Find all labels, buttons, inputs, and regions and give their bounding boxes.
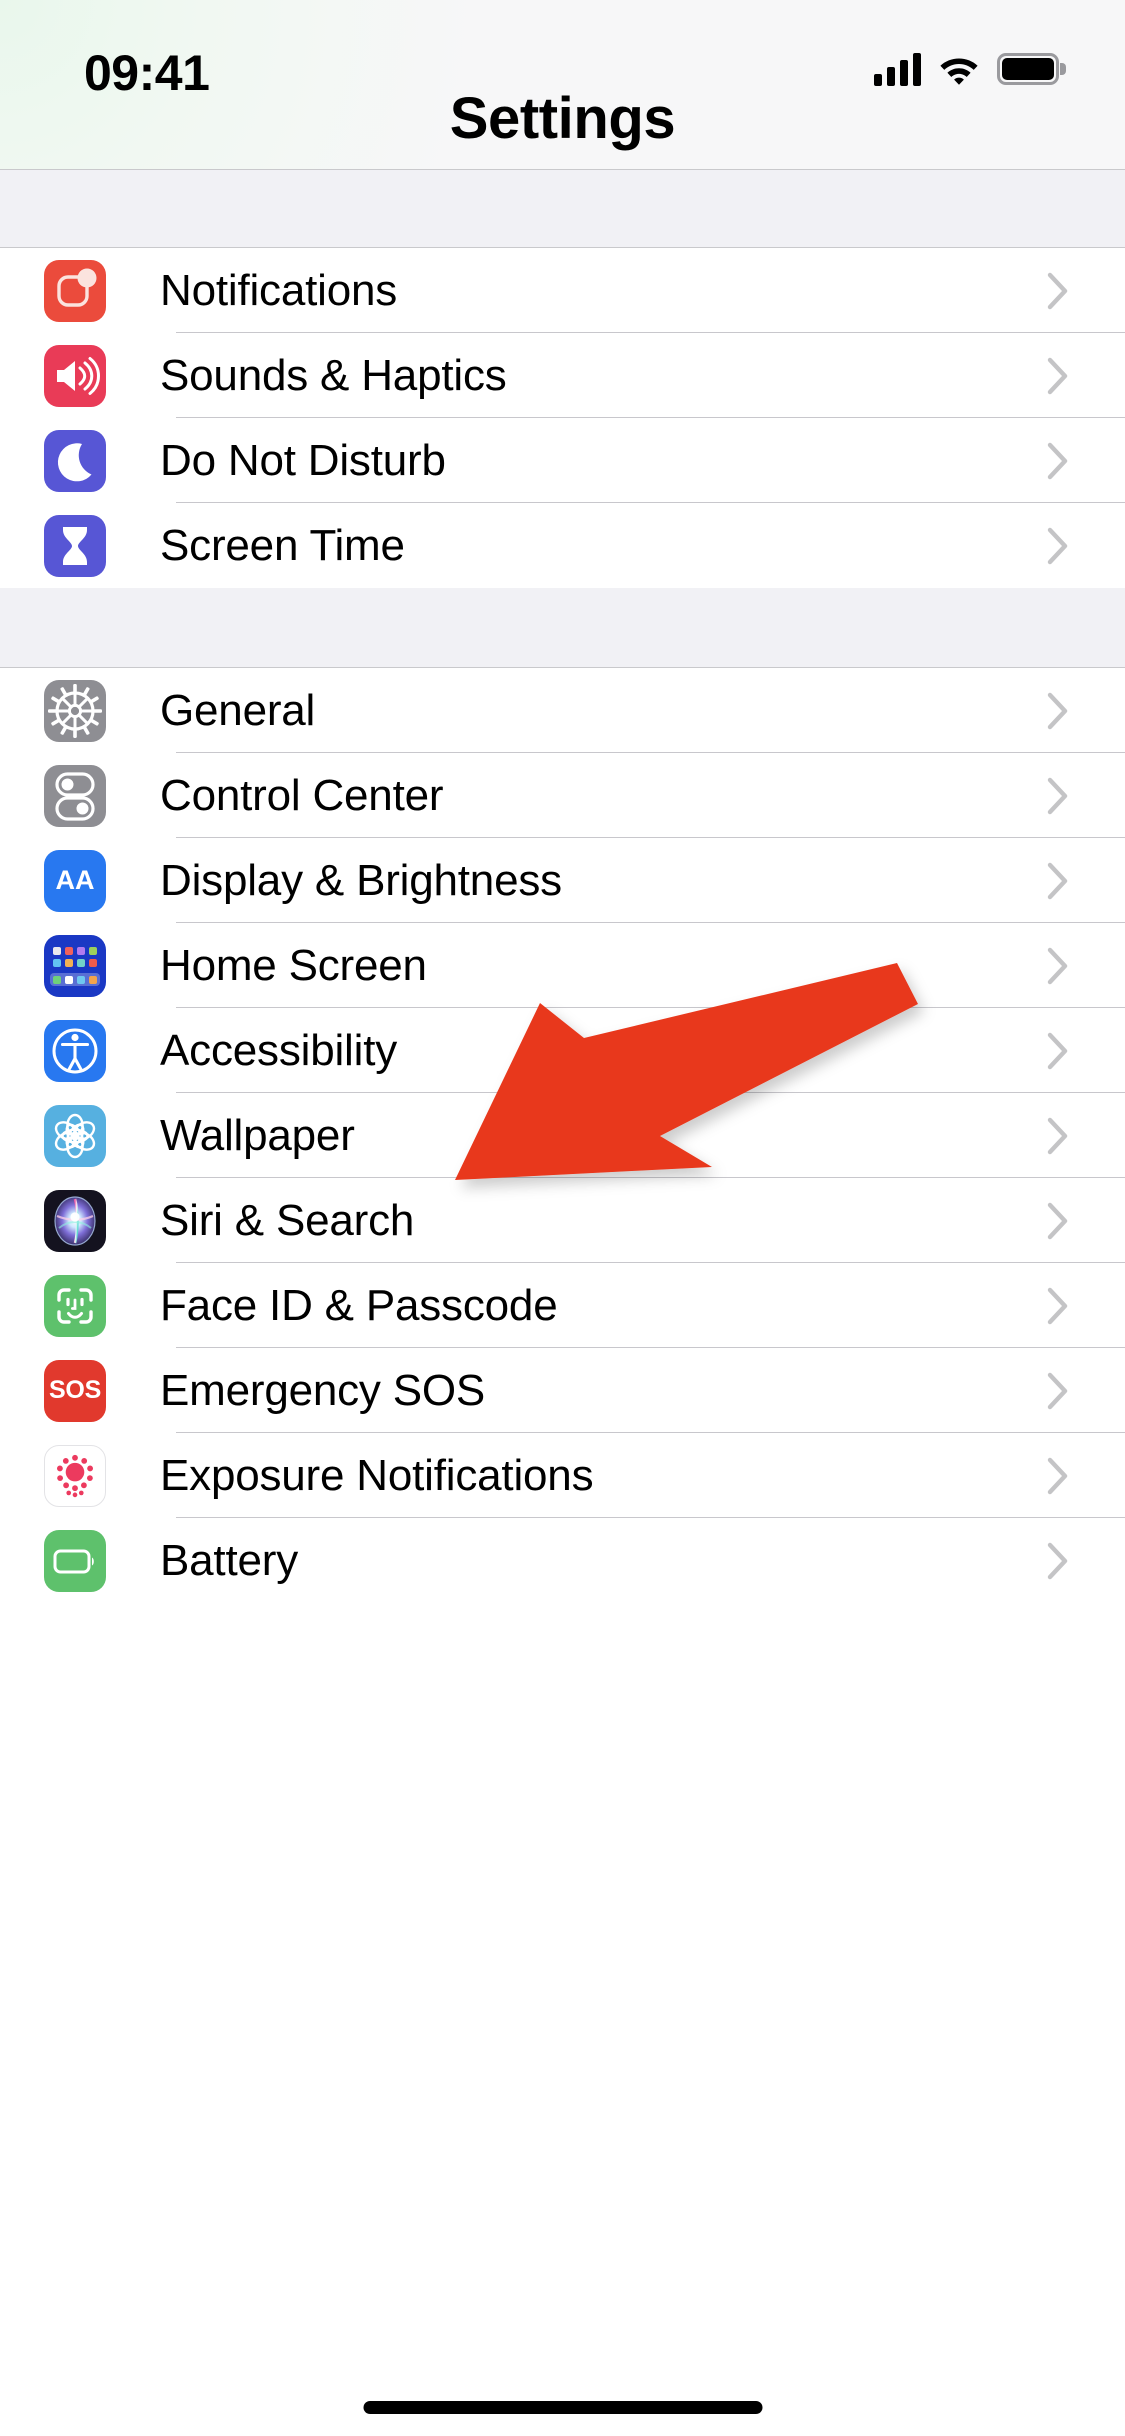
settings-row-display-brightness[interactable]: AA Display & Brightness xyxy=(0,838,1125,923)
chevron-right-icon xyxy=(1047,272,1069,310)
chevron-right-icon xyxy=(1047,442,1069,480)
nav-bar-divider xyxy=(0,169,1125,170)
settings-row-do-not-disturb[interactable]: Do Not Disturb xyxy=(0,418,1125,503)
sounds-haptics-icon xyxy=(44,344,106,407)
section-gap-top xyxy=(0,170,1125,248)
chevron-right-icon xyxy=(1047,357,1069,395)
settings-row-sounds-haptics[interactable]: Sounds & Haptics xyxy=(0,333,1125,418)
notifications-icon xyxy=(44,259,106,322)
display-brightness-aa-icon-glyph: AA xyxy=(55,865,95,895)
settings-row-face-id-passcode[interactable]: Face ID & Passcode xyxy=(0,1263,1125,1348)
settings-row-label: Wallpaper xyxy=(160,1110,355,1160)
settings-row-label: Emergency SOS xyxy=(160,1365,486,1415)
chevron-right-icon xyxy=(1047,1287,1069,1325)
emergency-sos-icon: SOS xyxy=(44,1359,106,1422)
settings-row-label: Exposure Notifications xyxy=(160,1450,594,1500)
display-brightness-aa-icon: AA xyxy=(44,849,106,912)
wallpaper-flower-icon xyxy=(44,1104,106,1167)
gear-icon xyxy=(44,679,106,742)
settings-row-battery[interactable]: Battery xyxy=(0,1518,1125,1603)
chevron-right-icon xyxy=(1047,1117,1069,1155)
chevron-right-icon xyxy=(1047,1202,1069,1240)
screen-time-hourglass-icon xyxy=(44,514,106,577)
exposure-notifications-icon xyxy=(44,1444,106,1507)
settings-row-label: Accessibility xyxy=(160,1025,398,1075)
settings-row-label: Do Not Disturb xyxy=(160,435,446,485)
settings-row-label: Siri & Search xyxy=(160,1195,415,1245)
cellular-signal-icon xyxy=(874,52,921,86)
chevron-right-icon xyxy=(1047,777,1069,815)
chevron-right-icon xyxy=(1047,862,1069,900)
settings-table: Notifications Sounds & Haptics Do Not Dist… xyxy=(0,170,1125,1603)
home-screen-grid-icon xyxy=(44,934,106,997)
status-bar-time: 09:41 xyxy=(84,45,210,101)
settings-row-screen-time[interactable]: Screen Time xyxy=(0,503,1125,588)
do-not-disturb-moon-icon xyxy=(44,429,106,492)
settings-row-label: Display & Brightness xyxy=(160,855,562,905)
control-center-toggles-icon xyxy=(44,764,106,827)
settings-row-label: Face ID & Passcode xyxy=(160,1280,558,1330)
settings-row-label: Control Center xyxy=(160,770,444,820)
settings-row-label: Screen Time xyxy=(160,520,405,570)
chevron-right-icon xyxy=(1047,527,1069,565)
siri-orb-icon xyxy=(44,1189,106,1252)
emergency-sos-icon-glyph: SOS xyxy=(49,1376,101,1404)
chevron-right-icon xyxy=(1047,1457,1069,1495)
chevron-right-icon xyxy=(1047,1542,1069,1580)
settings-group-general: General Control Center AA Display & Brightn… xyxy=(0,668,1125,1603)
status-bar: 09:41 xyxy=(0,0,1125,170)
settings-row-home-screen[interactable]: Home Screen xyxy=(0,923,1125,1008)
battery-icon xyxy=(44,1529,106,1592)
settings-row-control-center[interactable]: Control Center xyxy=(0,753,1125,838)
home-indicator xyxy=(363,2401,762,2414)
settings-row-label: Sounds & Haptics xyxy=(160,350,507,400)
status-bar-indicators xyxy=(874,46,1066,92)
battery-full-icon xyxy=(997,53,1066,85)
accessibility-person-icon xyxy=(44,1019,106,1082)
face-id-icon xyxy=(44,1274,106,1337)
iphone-settings-screen: 09:41 Settings Notifications Sounds & Ha… xyxy=(0,0,1125,2436)
settings-row-label: General xyxy=(160,685,316,735)
settings-row-emergency-sos[interactable]: SOS Emergency SOS xyxy=(0,1348,1125,1433)
settings-row-wallpaper[interactable]: Wallpaper xyxy=(0,1093,1125,1178)
section-gap-middle xyxy=(0,588,1125,668)
chevron-right-icon xyxy=(1047,692,1069,730)
settings-row-label: Battery xyxy=(160,1535,298,1585)
settings-row-accessibility[interactable]: Accessibility xyxy=(0,1008,1125,1093)
settings-row-general[interactable]: General xyxy=(0,668,1125,753)
chevron-right-icon xyxy=(1047,1032,1069,1070)
settings-row-siri-search[interactable]: Siri & Search xyxy=(0,1178,1125,1263)
settings-group-notifications: Notifications Sounds & Haptics Do Not Dist… xyxy=(0,248,1125,588)
chevron-right-icon xyxy=(1047,947,1069,985)
chevron-right-icon xyxy=(1047,1372,1069,1410)
settings-row-exposure-notifications[interactable]: Exposure Notifications xyxy=(0,1433,1125,1518)
settings-row-label: Home Screen xyxy=(160,940,427,990)
settings-row-label: Notifications xyxy=(160,265,398,315)
wifi-icon xyxy=(937,52,981,86)
settings-row-notifications[interactable]: Notifications xyxy=(0,248,1125,333)
